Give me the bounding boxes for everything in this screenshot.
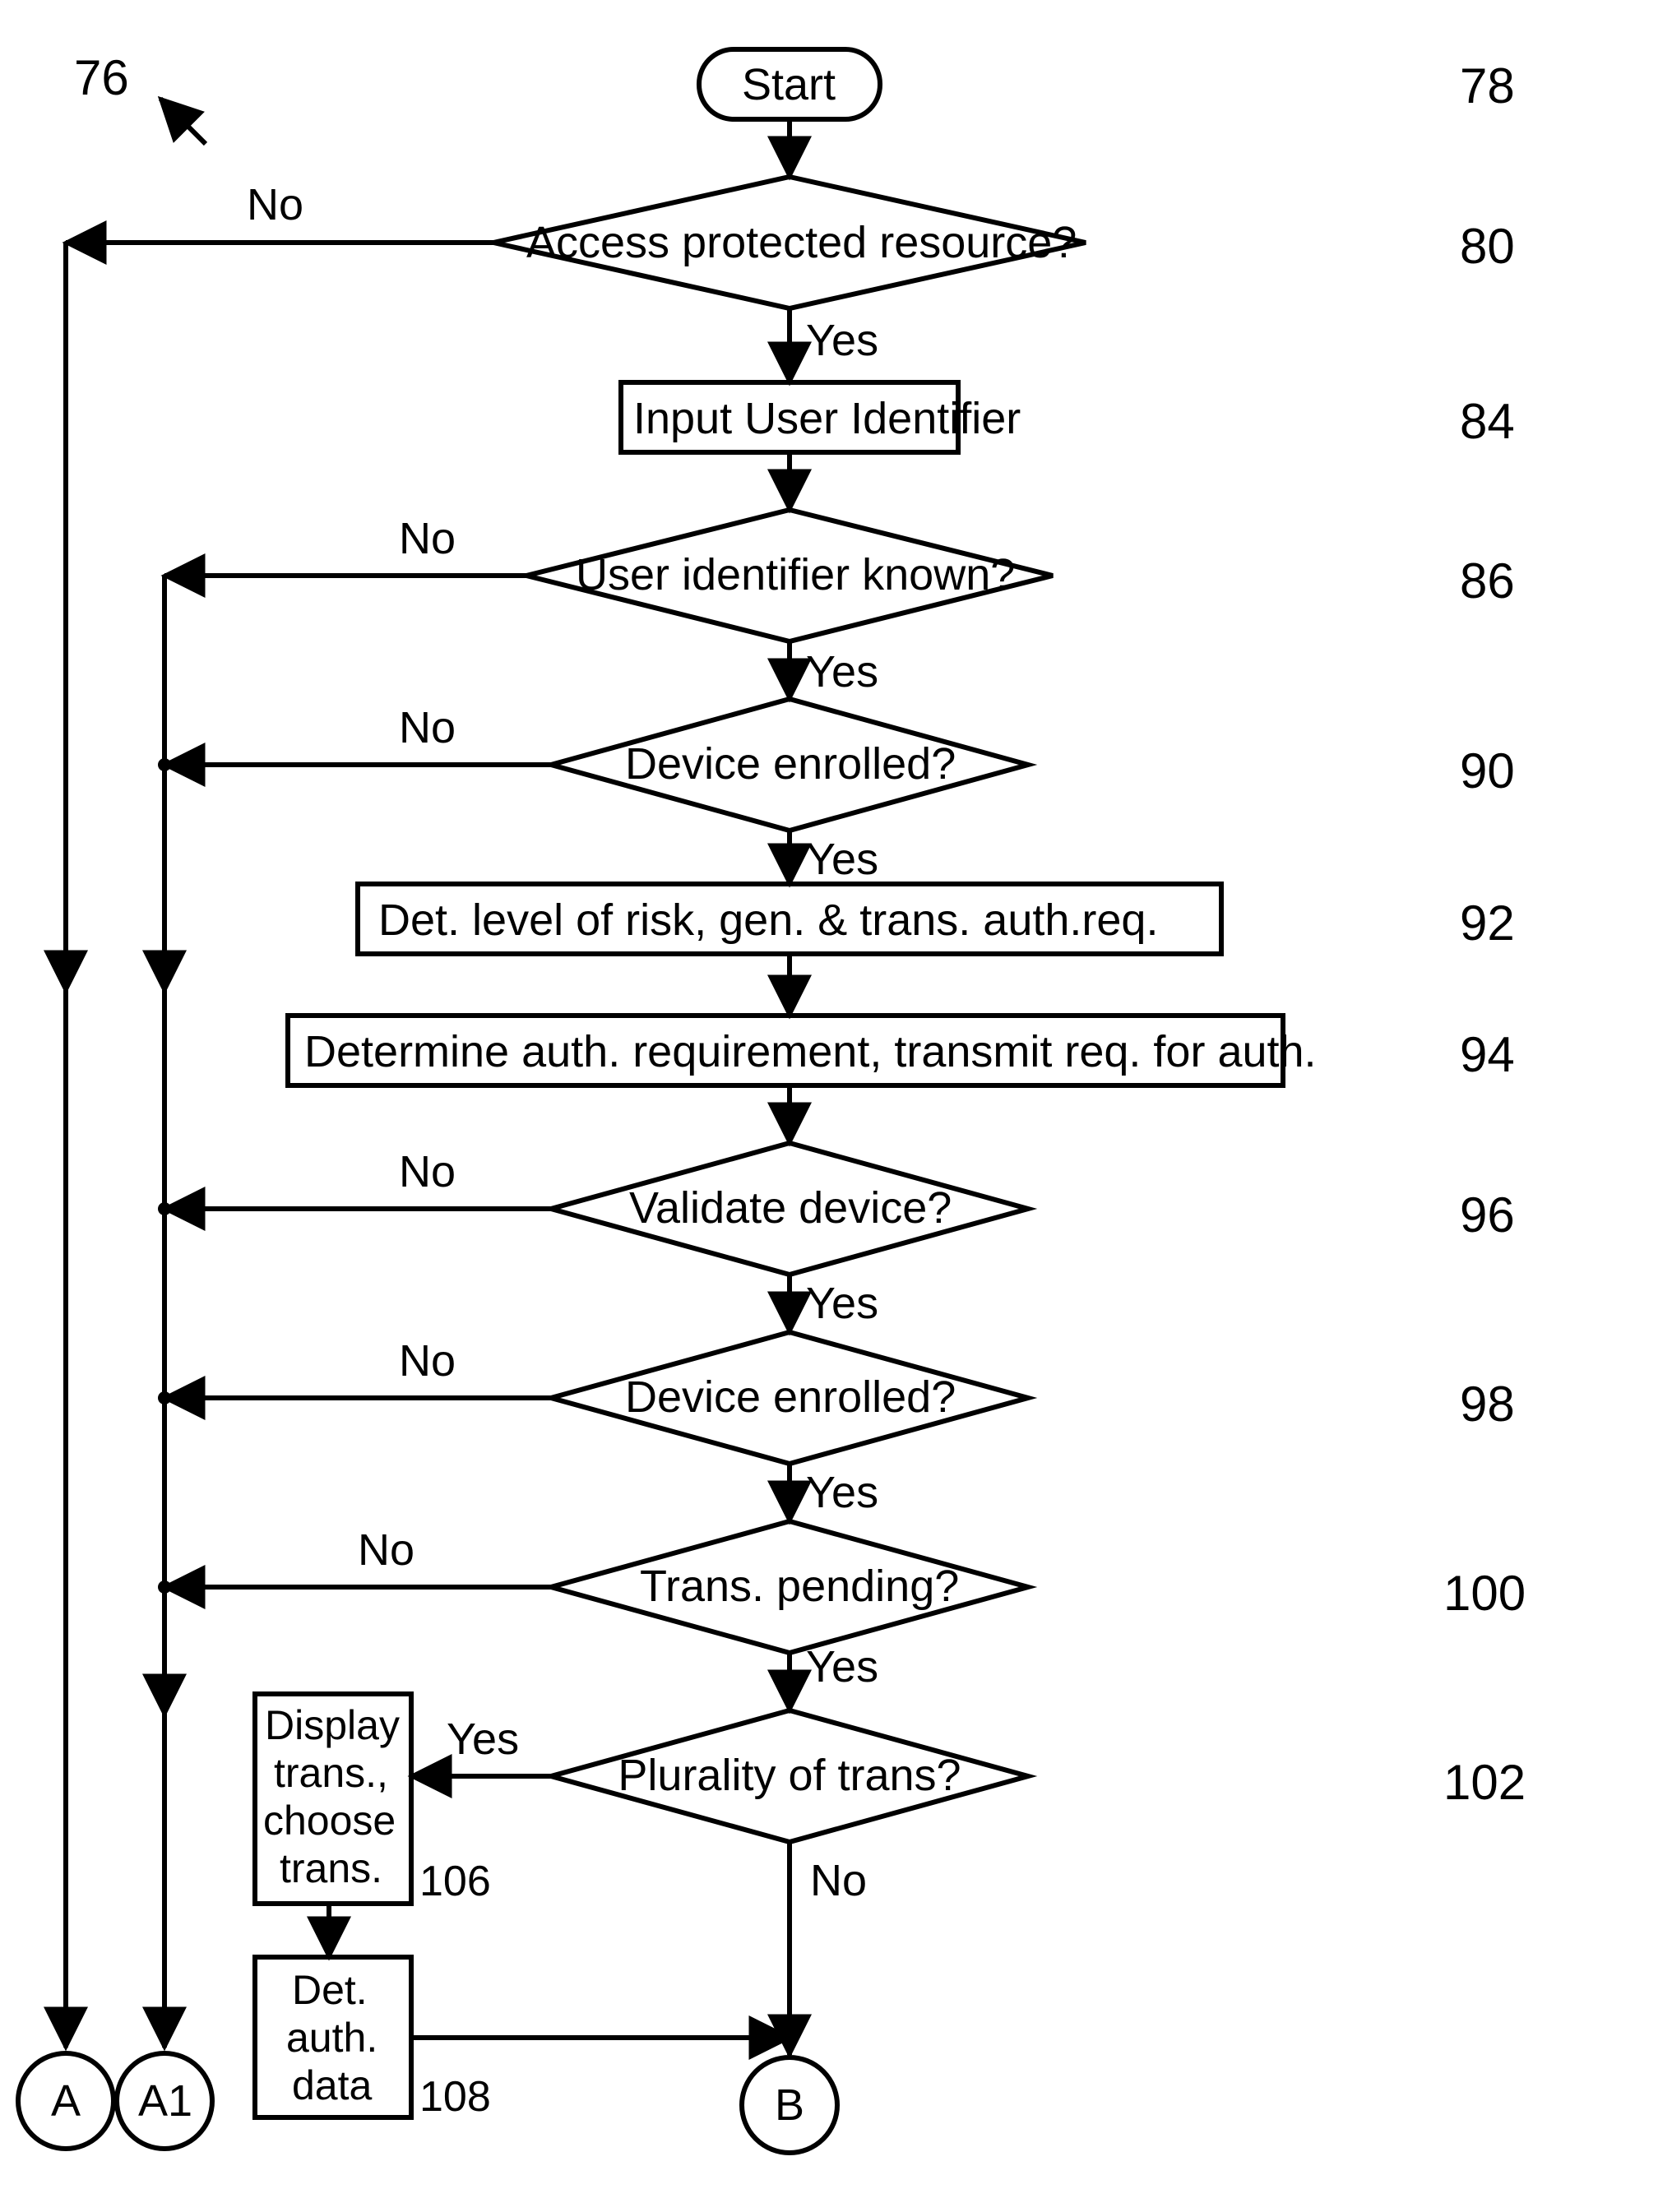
edge-100-yes: Yes: [806, 1645, 878, 1689]
ref-80: 80: [1460, 218, 1515, 275]
process-92-label: Det. level of risk, gen. & trans. auth.r…: [378, 898, 1158, 942]
ref-94: 94: [1460, 1026, 1515, 1083]
decision-86-label: User identifier known?: [576, 553, 1003, 597]
edge-86-yes: Yes: [806, 650, 878, 694]
edge-100-no: No: [358, 1528, 415, 1572]
edge-80-no: No: [247, 183, 303, 227]
edge-98-no: No: [399, 1339, 456, 1383]
decision-100-label: Trans. pending?: [640, 1564, 944, 1608]
process-108-line3: data: [292, 2065, 372, 2106]
ref-96: 96: [1460, 1187, 1515, 1243]
edge-102-yes: Yes: [447, 1717, 519, 1761]
decision-98-label: Device enrolled?: [625, 1375, 954, 1419]
ref-100: 100: [1443, 1565, 1526, 1622]
edge-90-no: No: [399, 706, 456, 750]
ref-84: 84: [1460, 393, 1515, 450]
connector-b-label: B: [775, 2083, 804, 2127]
edge-90-yes: Yes: [806, 837, 878, 882]
ref-76: 76: [74, 49, 129, 106]
ref-86: 86: [1460, 553, 1515, 609]
start-label: Start: [742, 62, 836, 107]
process-106-line4: trans.: [280, 1848, 382, 1889]
edge-80-yes: Yes: [806, 318, 878, 363]
edge-102-no: No: [810, 1858, 867, 1903]
ref-98: 98: [1460, 1376, 1515, 1432]
edge-98-yes: Yes: [806, 1470, 878, 1515]
process-106-line1: Display: [265, 1705, 400, 1746]
process-108-line2: auth.: [286, 2017, 377, 2058]
connector-a1-label: A1: [138, 2079, 192, 2123]
process-108-line1: Det.: [292, 1969, 368, 2011]
process-106-line2: trans.,: [274, 1752, 388, 1793]
ref-92: 92: [1460, 895, 1515, 951]
process-84-label: Input User Identifier: [633, 396, 1021, 441]
edge-96-no: No: [399, 1150, 456, 1194]
decision-96-label: Validate device?: [629, 1186, 950, 1230]
edge-96-yes: Yes: [806, 1281, 878, 1326]
ref-108: 108: [419, 2075, 491, 2118]
process-106-line3: choose: [263, 1800, 396, 1841]
decision-102-label: Plurality of trans?: [613, 1753, 966, 1798]
ref-90: 90: [1460, 743, 1515, 799]
ref-78: 78: [1460, 58, 1515, 114]
decision-90-label: Device enrolled?: [625, 742, 954, 786]
decision-80-label: Access protected resource?: [526, 220, 1053, 265]
process-94-label: Determine auth. requirement, transmit re…: [304, 1030, 1317, 1074]
ref-106: 106: [419, 1860, 491, 1903]
edge-86-no: No: [399, 516, 456, 561]
ref-102: 102: [1443, 1754, 1526, 1811]
connector-a-label: A: [51, 2079, 81, 2123]
